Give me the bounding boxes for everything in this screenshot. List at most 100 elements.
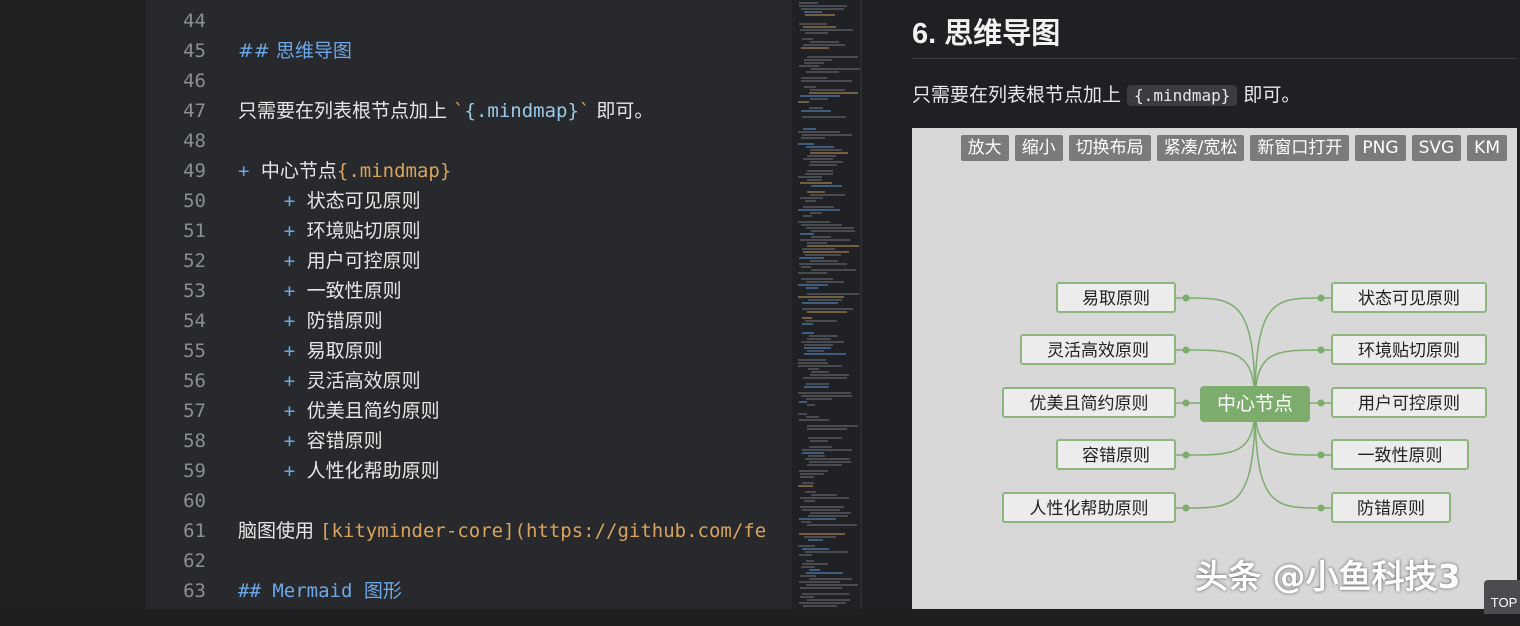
mindmap-node[interactable]: 容错原则	[1056, 439, 1176, 470]
minimap-line	[810, 212, 822, 214]
line-content[interactable]: + 优美且简约原则	[238, 396, 440, 426]
editor-line[interactable]: 49 + 中心节点{.mindmap}	[146, 156, 792, 186]
line-content[interactable]: ## 思维导图	[238, 36, 352, 66]
minimap-line	[798, 176, 822, 178]
mindmap-node[interactable]: 灵活高效原则	[1020, 334, 1176, 365]
editor-line[interactable]: 51 + 环境贴切原则	[146, 216, 792, 246]
minimap-line	[807, 242, 827, 244]
minimap-line	[799, 419, 829, 421]
code-token: {.mindmap}	[464, 100, 579, 122]
minimap-line	[799, 518, 836, 520]
line-content[interactable]: + 用户可控原则	[238, 246, 421, 276]
minimap-line	[809, 446, 832, 448]
minimap-line	[800, 587, 842, 589]
minimap-line	[810, 41, 839, 43]
line-content[interactable]: + 人性化帮助原则	[238, 456, 440, 486]
editor-line[interactable]: 48	[146, 126, 792, 156]
toolbar-button[interactable]: KM	[1467, 135, 1507, 161]
line-number: 60	[183, 490, 206, 512]
editor-line[interactable]: 58 + 容错原则	[146, 426, 792, 456]
minimap-line	[808, 515, 848, 517]
minimap-line	[807, 56, 858, 58]
line-number: 51	[183, 220, 206, 242]
line-content[interactable]: + 中心节点{.mindmap}	[238, 156, 451, 186]
editor-line[interactable]: 60	[146, 486, 792, 516]
minimap-line	[810, 161, 843, 163]
minimap-line	[802, 449, 852, 451]
line-content[interactable]: + 一致性原则	[238, 276, 402, 306]
toolbar-button[interactable]: 缩小	[1014, 135, 1063, 161]
minimap-line	[802, 116, 846, 118]
line-content[interactable]: + 状态可见原则	[238, 186, 421, 216]
editor-line[interactable]: 61 脑图使用 [kityminder-core](https://github.…	[146, 516, 792, 546]
line-content[interactable]: ## Mermaid 图形	[238, 576, 402, 606]
editor-line[interactable]: 44	[146, 6, 792, 36]
editor-line[interactable]: 46	[146, 66, 792, 96]
editor-line[interactable]: 62	[146, 546, 792, 576]
minimap-line	[802, 38, 813, 40]
code-token: 人性化帮助原则	[306, 460, 440, 482]
minimap-line	[804, 59, 832, 61]
minimap-line	[798, 296, 844, 298]
mindmap-node[interactable]: 人性化帮助原则	[1002, 492, 1176, 523]
line-number: 47	[183, 100, 206, 122]
markdown-editor[interactable]: 44 45 ## 思维导图 46 47 只需要在列表根节点加上 `{.mindmap}` …	[146, 0, 792, 609]
toolbar-button[interactable]: 切换布局	[1068, 135, 1151, 161]
minimap-line	[804, 386, 829, 388]
mindmap-root-node[interactable]: 中心节点	[1200, 386, 1310, 422]
minimap-line	[799, 65, 819, 67]
toolbar-button[interactable]: PNG	[1355, 135, 1406, 161]
minimap-line	[808, 437, 842, 439]
line-number: 62	[183, 550, 206, 572]
minimap-line	[802, 134, 852, 136]
toolbar-button[interactable]: 放大	[960, 135, 1009, 161]
mindmap-node[interactable]: 防错原则	[1331, 492, 1451, 523]
editor-line[interactable]: 57 + 优美且简约原则	[146, 396, 792, 426]
mindmap-node[interactable]: 易取原则	[1056, 282, 1176, 313]
line-number: 52	[183, 250, 206, 272]
mindmap-node[interactable]: 优美且简约原则	[1002, 387, 1176, 418]
minimap-line	[799, 257, 824, 259]
code-token: 图形	[363, 580, 402, 602]
line-content[interactable]: 只需要在列表根节点加上 `{.mindmap}` 即可。	[238, 96, 653, 126]
editor-line[interactable]: 63 ## Mermaid 图形	[146, 576, 792, 606]
mindmap-node[interactable]: 状态可见原则	[1331, 282, 1487, 313]
minimap-line	[800, 197, 823, 199]
mindmap-node[interactable]: 一致性原则	[1331, 439, 1469, 470]
line-content[interactable]: + 灵活高效原则	[238, 366, 421, 396]
line-content[interactable]: + 环境贴切原则	[238, 216, 421, 246]
mindmap-node[interactable]: 用户可控原则	[1331, 387, 1487, 418]
line-content[interactable]: + 容错原则	[238, 426, 383, 456]
editor-minimap[interactable]	[792, 0, 860, 609]
line-content[interactable]: + 防错原则	[238, 306, 383, 336]
editor-line[interactable]: 53 + 一致性原则	[146, 276, 792, 306]
minimap-line	[802, 248, 835, 250]
line-number: 49	[183, 160, 206, 182]
editor-line[interactable]: 52 + 用户可控原则	[146, 246, 792, 276]
line-content[interactable]: 脑图使用 [kityminder-core](https://github.co…	[238, 516, 766, 546]
editor-line[interactable]: 59 + 人性化帮助原则	[146, 456, 792, 486]
toolbar-button[interactable]: 新窗口打开	[1250, 135, 1350, 161]
toolbar-button[interactable]: 紧凑/宽松	[1156, 135, 1245, 161]
editor-line[interactable]: 56 + 灵活高效原则	[146, 366, 792, 396]
editor-line[interactable]: 45 ## 思维导图	[146, 36, 792, 66]
minimap-line	[806, 416, 819, 418]
editor-line[interactable]: 55 + 易取原则	[146, 336, 792, 366]
editor-line[interactable]: 54 + 防错原则	[146, 306, 792, 336]
minimap-line	[803, 251, 849, 253]
editor-line[interactable]: 47 只需要在列表根节点加上 `{.mindmap}` 即可。	[146, 96, 792, 126]
minimap-line	[801, 80, 852, 82]
line-number: 57	[183, 400, 206, 422]
mindmap-node[interactable]: 环境贴切原则	[1331, 334, 1487, 365]
minimap-line	[801, 77, 827, 79]
minimap-line	[810, 89, 845, 91]
minimap-line	[799, 23, 827, 25]
line-content[interactable]: + 易取原则	[238, 336, 383, 366]
code-token: 防错原则	[306, 310, 383, 332]
toolbar-button[interactable]: SVG	[1411, 135, 1462, 161]
editor-line[interactable]: 50 + 状态可见原则	[146, 186, 792, 216]
minimap-line	[806, 71, 839, 73]
mindmap-container[interactable]: 放大 缩小 切换布局 紧凑/宽松 新窗口打开 PNG SVG KM 中心节点 状态可见原则 环境…	[912, 128, 1517, 609]
mindmap-connectors	[1176, 294, 1331, 512]
minimap-line	[802, 452, 824, 454]
